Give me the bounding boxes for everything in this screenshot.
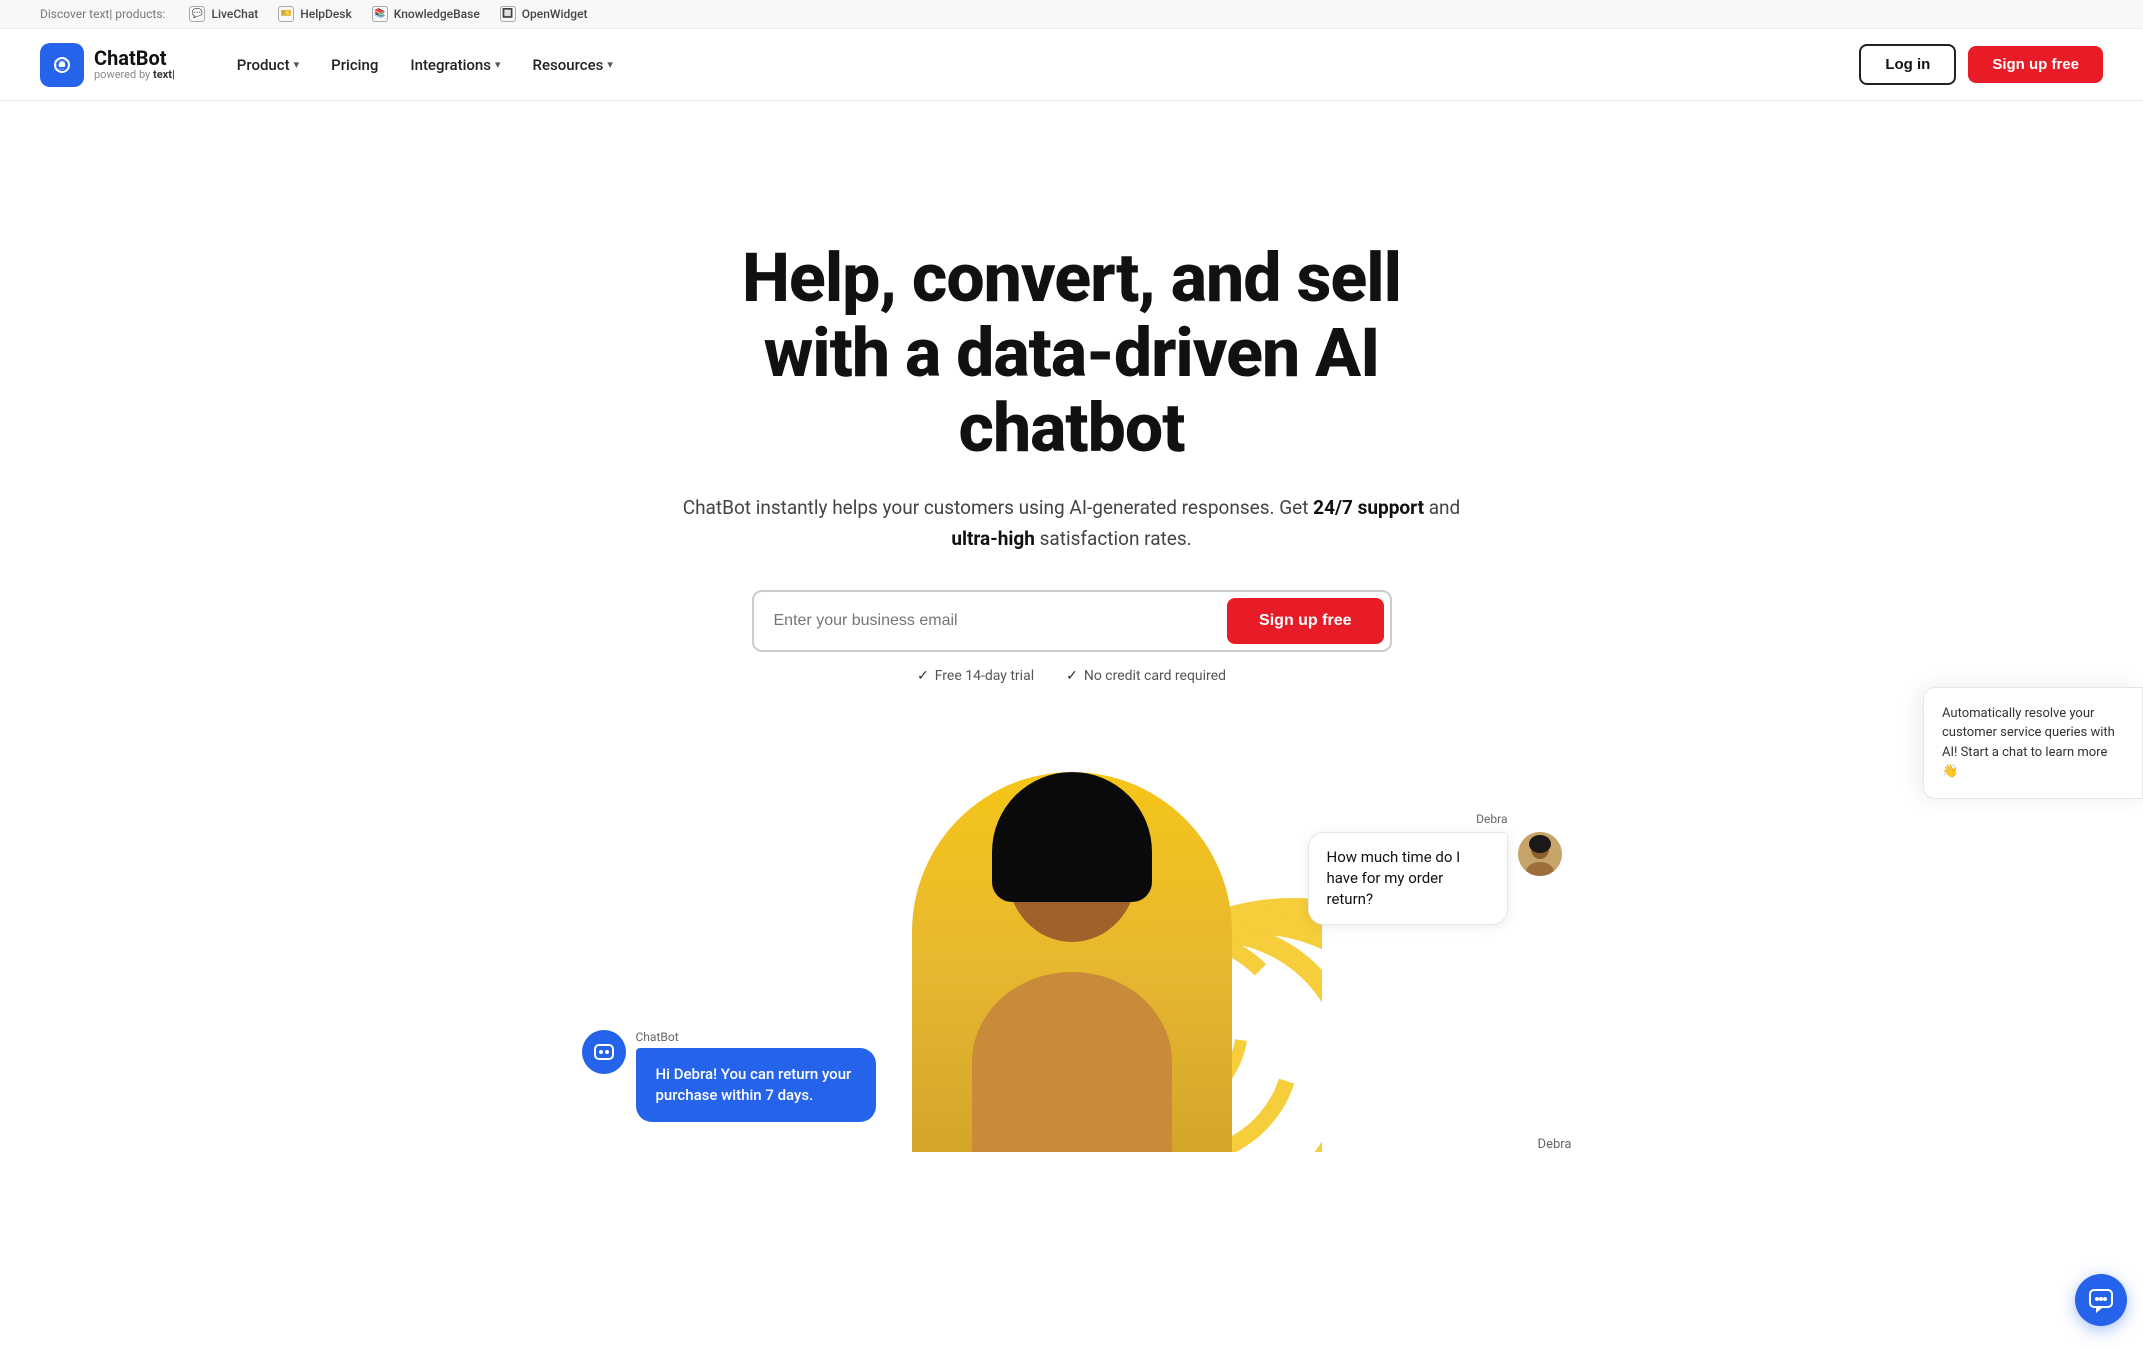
chatbot-avatar [582,1030,626,1074]
hero-content: Help, convert, and sell with a data-driv… [622,161,1522,684]
topbar-product-openwidget[interactable]: 🔲 OpenWidget [500,6,588,22]
user-label: Debra [1476,812,1507,826]
topbar-product-livechat[interactable]: 💬 LiveChat [189,6,258,22]
chatbot-bubble: ChatBot Hi Debra! You can return your pu… [582,1030,876,1122]
brand-name: ChatBot [94,47,175,69]
openwidget-label: OpenWidget [522,7,588,21]
demo-wrapper: ChatBot Hi Debra! You can return your pu… [522,732,1622,1152]
livechat-label: LiveChat [211,7,258,21]
helpdesk-label: HelpDesk [300,7,351,21]
user-bubble: Debra How much time do I have for my ord… [1308,812,1562,925]
openwidget-icon: 🔲 [500,6,516,22]
topbar-product-helpdesk[interactable]: 🎫 HelpDesk [278,6,351,22]
resources-chevron: ▾ [607,58,613,71]
headline-line2: with a data-driven AI chatbot [764,313,1380,468]
logo[interactable]: ChatBot powered by text| [40,43,175,87]
hero-section: Help, convert, and sell with a data-driv… [0,101,2143,684]
nav-integrations[interactable]: Integrations ▾ [396,48,514,82]
topbar-label: Discover text| products: [40,7,165,21]
topbar-products: 💬 LiveChat 🎫 HelpDesk 📚 KnowledgeBase 🔲 … [189,6,587,22]
livechat-icon: 💬 [189,6,205,22]
user-bubble-row: How much time do I have for my order ret… [1308,832,1562,925]
right-tooltip[interactable]: Automatically resolve your customer serv… [1923,687,2143,799]
helpdesk-icon: 🎫 [278,6,294,22]
chatbot-message-box: ChatBot Hi Debra! You can return your pu… [636,1030,876,1122]
nav-pricing[interactable]: Pricing [317,48,392,82]
trust-nocc-text: No credit card required [1084,668,1226,684]
trust-trial-text: Free 14-day trial [935,668,1034,684]
person-body [972,972,1172,1152]
debra-bottom-label: Debra [1538,1137,1572,1152]
check-icon-nocc: ✓ [1066,668,1078,684]
signup-nav-button[interactable]: Sign up free [1968,46,2103,83]
logo-icon [40,43,84,87]
navbar: ChatBot powered by text| Product ▾ Prici… [0,29,2143,101]
hero-subtext: ChatBot instantly helps your customers u… [662,493,1482,554]
user-message: How much time do I have for my order ret… [1308,832,1508,925]
integrations-chevron: ▾ [495,58,501,71]
check-icon-trial: ✓ [917,668,929,684]
logo-text: ChatBot powered by text| [94,47,175,81]
person-hair [992,772,1152,902]
trust-badges: ✓ Free 14-day trial ✓ No credit card req… [662,668,1482,684]
email-form: Sign up free [752,590,1392,652]
product-chevron: ▾ [294,58,300,71]
top-product-bar: Discover text| products: 💬 LiveChat 🎫 He… [0,0,2143,29]
powered-by: powered by text| [94,69,175,81]
trust-badge-trial: ✓ Free 14-day trial [917,668,1034,684]
topbar-product-knowledgebase[interactable]: 📚 KnowledgeBase [372,6,480,22]
nav-product[interactable]: Product ▾ [223,48,313,82]
powered-brand: text| [153,68,175,81]
nav-actions: Log in Sign up free [1859,44,2103,85]
trust-badge-no-cc: ✓ No credit card required [1066,668,1226,684]
floating-chat-button[interactable] [2075,1274,2127,1326]
headline-line1: Help, convert, and sell [742,238,1401,318]
hero-person [912,772,1232,1152]
nav-resources[interactable]: Resources ▾ [519,48,627,82]
hero-headline: Help, convert, and sell with a data-driv… [662,241,1482,465]
chatbot-label: ChatBot [636,1030,876,1044]
user-avatar [1518,832,1562,876]
signup-hero-button[interactable]: Sign up free [1227,598,1383,644]
nav-links: Product ▾ Pricing Integrations ▾ Resourc… [223,48,1860,82]
knowledgebase-icon: 📚 [372,6,388,22]
tooltip-text: Automatically resolve your customer serv… [1942,706,2115,780]
knowledgebase-label: KnowledgeBase [394,7,480,21]
person-bg [912,772,1232,1152]
email-input[interactable] [754,592,1228,650]
chatbot-message: Hi Debra! You can return your purchase w… [636,1048,876,1122]
login-button[interactable]: Log in [1859,44,1956,85]
